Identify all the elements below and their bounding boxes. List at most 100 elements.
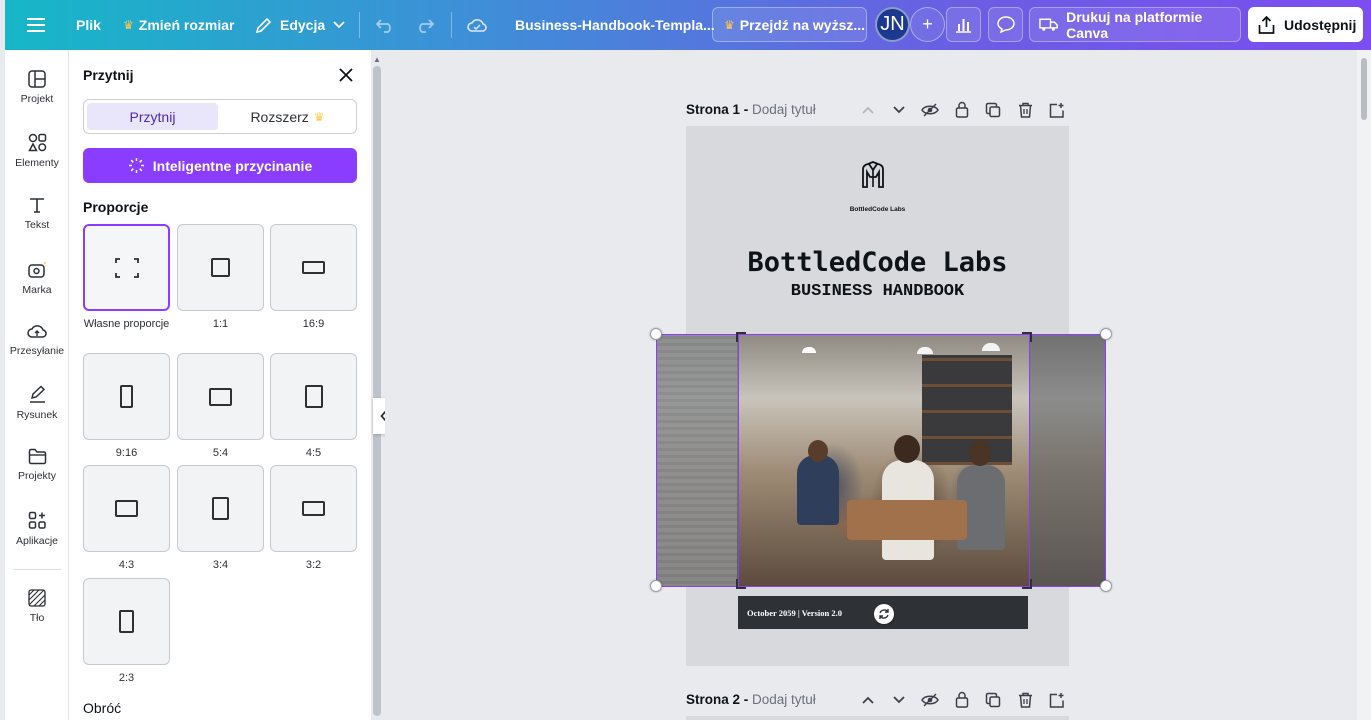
- magic-sparkle-icon: [128, 158, 144, 173]
- rail-item-elements[interactable]: Elementy: [5, 133, 69, 169]
- portrait-icon: [304, 385, 323, 408]
- image-resize-handle[interactable]: [1100, 328, 1112, 340]
- square-icon: [211, 258, 230, 277]
- logo-text: BottledCode Labs: [849, 206, 906, 213]
- resize-button[interactable]: ♛ Zmień rozmiar: [123, 0, 234, 50]
- footer-text: October 2059 | Version 2.0: [747, 607, 842, 618]
- cloud-saved-icon[interactable]: [467, 0, 487, 50]
- custom-ratio-icon: [114, 257, 139, 278]
- page1-title-input[interactable]: Dodaj tytuł: [752, 102, 816, 117]
- crop-corner-handle[interactable]: [736, 332, 746, 342]
- ratio-label: 5:4: [212, 447, 229, 459]
- redo-icon[interactable]: [415, 0, 435, 50]
- crop-dim-right: [1030, 335, 1105, 586]
- tab-expand-label: Rozszerz: [250, 108, 309, 125]
- upgrade-button[interactable]: ♛ Przejdź na wyższ...: [712, 7, 867, 42]
- ratio-custom[interactable]: Własne proporcje: [83, 224, 170, 332]
- trash-icon[interactable]: [1016, 691, 1034, 709]
- rail-item-background[interactable]: Tło: [5, 589, 69, 624]
- menu-icon[interactable]: [27, 0, 45, 50]
- panel-scrollbar[interactable]: [373, 66, 381, 716]
- page2-header: Strona 2 - Dodaj tytuł: [686, 692, 816, 707]
- ratio-1-1[interactable]: 1:1: [177, 224, 264, 332]
- crown-icon: ♛: [313, 109, 325, 124]
- ratio-tile: [83, 353, 170, 440]
- add-page-icon[interactable]: [1047, 101, 1065, 119]
- ratio-3-2[interactable]: 3:2: [270, 465, 357, 573]
- brand-icon: [28, 260, 47, 278]
- share-label: Udostępnij: [1284, 16, 1357, 33]
- logo-bottle-icon: [862, 161, 884, 188]
- image-resize-handle[interactable]: [650, 328, 662, 340]
- lock-icon[interactable]: [953, 100, 971, 118]
- undo-icon[interactable]: [375, 0, 395, 50]
- hide-eye-icon[interactable]: [921, 691, 939, 709]
- document-title[interactable]: BottledCode Labs: [686, 247, 1069, 278]
- ratio-label: 2:3: [118, 672, 135, 684]
- ratio-tile: [177, 224, 264, 311]
- chevron-up-icon[interactable]: [859, 101, 877, 119]
- document-subtitle[interactable]: BUSINESS HANDBOOK: [686, 282, 1069, 301]
- chevron-down-icon[interactable]: [890, 101, 908, 119]
- add-collaborator-icon[interactable]: +: [910, 7, 945, 42]
- crop-corner-handle[interactable]: [1022, 332, 1032, 342]
- chevron-down-icon: [333, 21, 345, 29]
- ratio-9-16[interactable]: 9:16: [83, 353, 170, 461]
- ratio-label: 3:4: [212, 559, 229, 571]
- comments-button[interactable]: [988, 7, 1023, 42]
- rail-item-upload[interactable]: Przesyłanie: [5, 322, 69, 357]
- rail-item-text[interactable]: Tekst: [5, 196, 69, 231]
- rail-item-project[interactable]: Projekt: [5, 70, 69, 105]
- lock-icon[interactable]: [953, 690, 971, 708]
- insights-button[interactable]: [946, 7, 981, 42]
- rail-item-projects[interactable]: Projekty: [5, 448, 69, 482]
- chevron-down-icon[interactable]: [890, 691, 908, 709]
- rail-item-apps[interactable]: Aplikacje: [5, 511, 69, 547]
- ratio-2-3[interactable]: 2:3: [83, 578, 170, 686]
- smart-crop-button[interactable]: Inteligentne przycinanie: [83, 148, 357, 183]
- edit-menu[interactable]: Edycja: [255, 0, 345, 50]
- ratio-tile: [177, 353, 264, 440]
- ratio-4-5[interactable]: 4:5: [270, 353, 357, 461]
- trash-icon[interactable]: [1016, 101, 1034, 119]
- canvas-scrollbar-track[interactable]: [1357, 50, 1371, 720]
- rotate-heading: Obróć: [83, 700, 122, 716]
- upgrade-label: Przejdź na wyższ...: [739, 16, 866, 33]
- file-menu[interactable]: Plik: [76, 0, 101, 50]
- avatar[interactable]: JN: [875, 7, 910, 42]
- crown-icon: ♛: [724, 17, 735, 32]
- print-canva-button[interactable]: Drukuj na platformie Canva: [1029, 7, 1241, 42]
- crop-frame[interactable]: [736, 332, 1032, 589]
- rail-item-brand[interactable]: Marka: [5, 259, 69, 296]
- proportions-heading: Proporcje: [83, 199, 149, 215]
- ratio-5-4[interactable]: 5:4: [177, 353, 264, 461]
- scroll-up-icon[interactable]: ▲: [372, 54, 382, 64]
- page2-title-input[interactable]: Dodaj tytuł: [752, 692, 816, 707]
- duplicate-icon[interactable]: [984, 101, 1002, 119]
- add-page-icon[interactable]: [1047, 691, 1065, 709]
- ratio-4-3[interactable]: 4:3: [83, 465, 170, 573]
- upload-cloud-icon: [27, 325, 47, 338]
- ratio-3-4[interactable]: 3:4: [177, 465, 264, 573]
- tab-expand[interactable]: Rozszerz ♛: [222, 103, 353, 130]
- page2-label: Strona 2 -: [686, 692, 753, 707]
- crop-mode-switch: Przytnij Rozszerz ♛: [83, 99, 357, 134]
- crop-corner-handle[interactable]: [1022, 579, 1032, 589]
- canvas-scrollbar-thumb[interactable]: [1361, 58, 1367, 120]
- share-button[interactable]: Udostępnij: [1248, 7, 1363, 42]
- duplicate-icon[interactable]: [984, 691, 1002, 709]
- ratio-16-9[interactable]: 16:9: [270, 224, 357, 332]
- tab-crop[interactable]: Przytnij: [87, 103, 218, 130]
- image-resize-handle[interactable]: [650, 580, 662, 592]
- document-name[interactable]: Business-Handbook-Templa...: [515, 0, 715, 50]
- hide-eye-icon[interactable]: [921, 101, 939, 119]
- design-page-2[interactable]: [686, 716, 1069, 720]
- rotate-icon[interactable]: [874, 604, 894, 624]
- ratio-tile: [270, 465, 357, 552]
- close-icon[interactable]: [337, 66, 355, 84]
- image-resize-handle[interactable]: [1100, 580, 1112, 592]
- chevron-up-icon[interactable]: [859, 691, 877, 709]
- portrait-icon: [119, 610, 134, 633]
- rail-item-draw[interactable]: Rysunek: [5, 385, 69, 421]
- crop-corner-handle[interactable]: [736, 579, 746, 589]
